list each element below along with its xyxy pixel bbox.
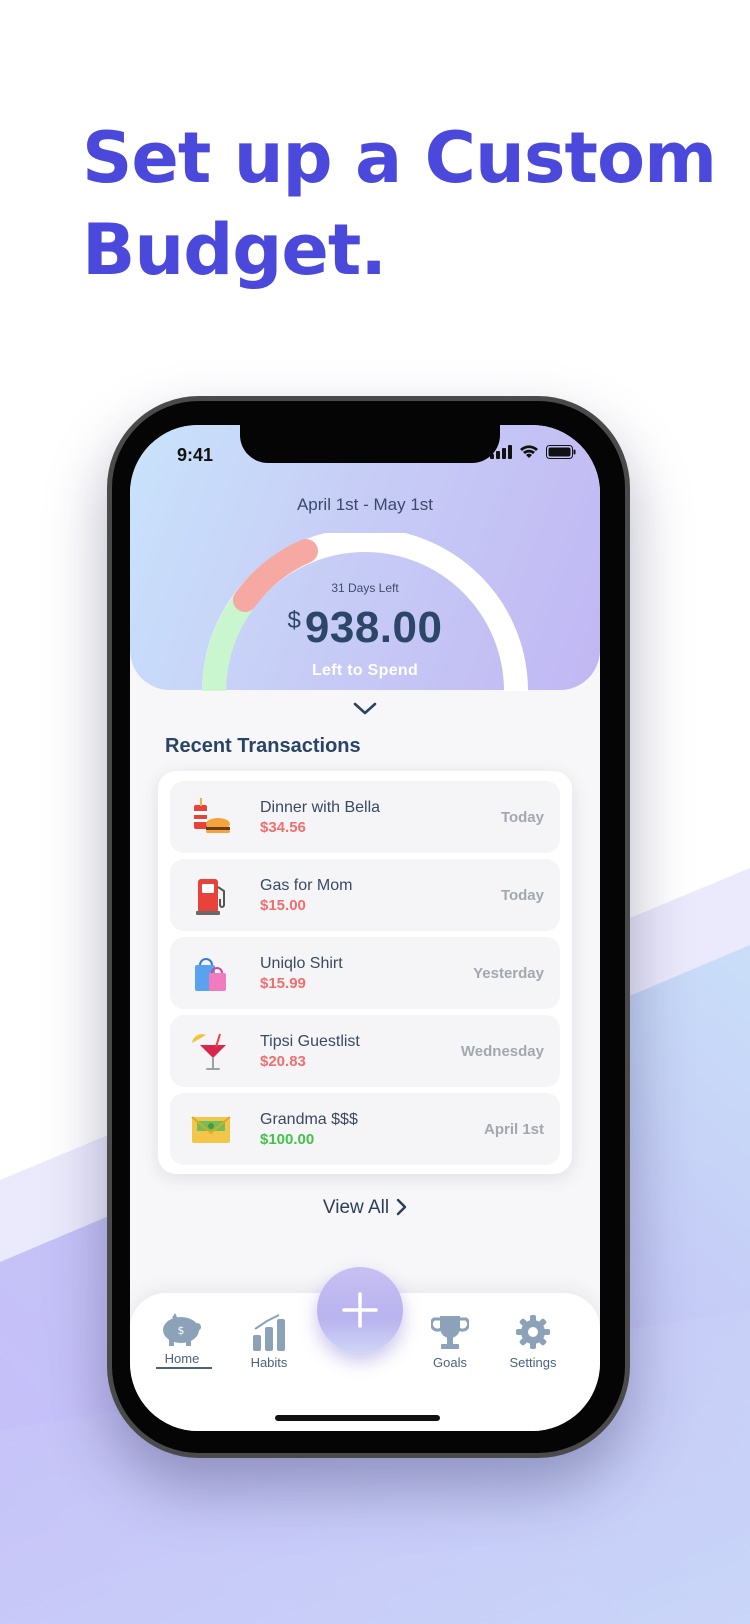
transaction-name: Uniqlo Shirt <box>260 955 343 972</box>
nav-goals-label: Goals <box>433 1355 467 1370</box>
svg-text:$: $ <box>178 1324 185 1337</box>
trophy-icon <box>431 1316 469 1349</box>
nav-home[interactable]: $ Home <box>147 1313 217 1366</box>
transaction-row[interactable]: Uniqlo Shirt $15.99 Yesterday <box>170 937 560 1009</box>
transaction-row[interactable]: Grandma $$$ $100.00 April 1st <box>170 1093 560 1165</box>
transaction-date: Wednesday <box>460 1043 544 1060</box>
transaction-amount: $15.99 <box>260 975 306 992</box>
view-all-label: View All <box>322 1197 390 1218</box>
nav-home-label: Home <box>164 1351 200 1366</box>
nav-habits[interactable]: Habits <box>234 1313 304 1370</box>
transaction-row[interactable]: Gas for Mom $15.00 Today <box>170 859 560 931</box>
recent-transactions-title: Recent Transactions <box>165 735 361 757</box>
nav-habits-label: Habits <box>250 1355 288 1370</box>
burger-drink-icon <box>194 798 230 833</box>
transaction-date: Today <box>500 809 544 826</box>
transaction-date: April 1st <box>483 1121 544 1138</box>
transaction-row[interactable]: Tipsi Guestlist $20.83 Wednesday <box>170 1015 560 1087</box>
gas-pump-icon <box>196 879 225 915</box>
chevron-right-icon <box>396 1198 407 1216</box>
transaction-name: Gas for Mom <box>260 877 353 894</box>
budget-card: 9:41 April 1st - May 1st 31 Days Left $9… <box>130 425 600 692</box>
transaction-amount: $100.00 <box>260 1131 315 1148</box>
transaction-name: Tipsi Guestlist <box>260 1033 360 1050</box>
wifi-icon <box>520 445 538 458</box>
cocktail-icon <box>192 1033 226 1070</box>
transaction-date: Yesterday <box>473 965 544 982</box>
transaction-amount: $15.00 <box>260 897 306 914</box>
transaction-name: Dinner with Bella <box>260 799 381 816</box>
add-transaction-button[interactable] <box>317 1267 403 1353</box>
shopping-bag-icon <box>195 958 226 991</box>
status-icons <box>490 445 576 459</box>
battery-icon <box>546 445 576 459</box>
days-left-label: 31 Days Left <box>331 581 399 595</box>
piggy-bank-icon: $ <box>163 1313 201 1346</box>
nav-goals[interactable]: Goals <box>415 1313 485 1370</box>
budget-amount: $938.00 <box>130 603 600 653</box>
headline: Set up a Custom Budget. <box>82 112 722 296</box>
nav-active-indicator <box>156 1367 212 1369</box>
nav-settings-label: Settings <box>509 1355 557 1370</box>
transactions-card: Dinner with Bella $34.56 Today Gas for M… <box>158 771 572 1174</box>
transaction-name: Grandma $$$ <box>260 1111 358 1128</box>
headline-line-2: Budget. <box>82 209 387 291</box>
nav-settings[interactable]: Settings <box>498 1313 568 1370</box>
money-envelope-icon <box>191 1116 231 1143</box>
left-to-spend-label: Left to Spend <box>311 662 419 679</box>
bar-chart-icon <box>253 1314 285 1351</box>
amount-value: 938.00 <box>304 603 443 652</box>
headline-line-1: Set up a Custom <box>82 117 717 199</box>
phone-notch <box>240 420 500 463</box>
budget-date-range: April 1st - May 1st <box>296 495 434 514</box>
transaction-amount: $20.83 <box>260 1053 306 1070</box>
transaction-date: Today <box>500 887 544 904</box>
status-time: 9:41 <box>177 445 214 465</box>
transaction-row[interactable]: Dinner with Bella $34.56 Today <box>170 781 560 853</box>
view-all-link[interactable]: View All <box>130 1197 600 1219</box>
phone-screen: 9:41 April 1st - May 1st 31 Days Left $9… <box>130 425 600 1431</box>
gear-icon <box>516 1315 550 1349</box>
chevron-down-icon[interactable] <box>352 701 378 717</box>
plus-icon <box>342 1292 378 1328</box>
home-indicator <box>275 1415 440 1421</box>
transaction-amount: $34.56 <box>260 819 306 836</box>
currency-symbol: $ <box>287 607 301 634</box>
